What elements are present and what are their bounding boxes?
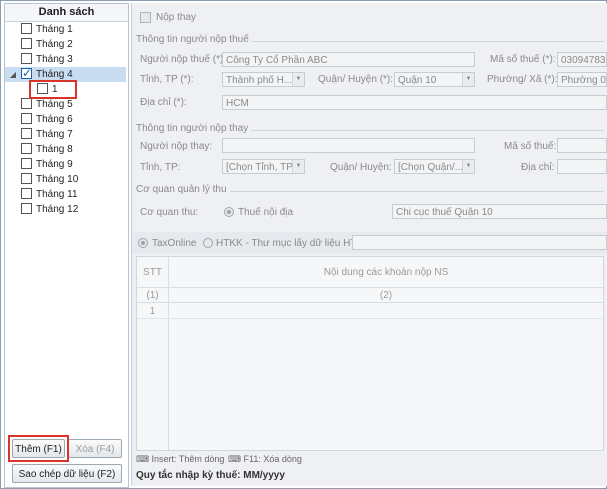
thue-noi-dia-radio[interactable] [224, 207, 234, 217]
phuong-dropdown[interactable]: Phường 01 [557, 72, 607, 87]
checkbox[interactable] [21, 128, 32, 139]
section-nguoi-nop-thay: Thông tin người nộp thay [136, 123, 252, 134]
col-noidung: Nội dung các khoản nộp NS [323, 267, 449, 278]
insert-hint: ⌨ Insert: Thêm dòng [136, 454, 225, 464]
mst-label: Mã số thuế (*): [490, 54, 556, 65]
month-item-3[interactable]: Tháng 3 [5, 52, 126, 67]
row-index-2: (2) [379, 290, 393, 301]
chevron-down-icon: ▼ [462, 160, 474, 173]
copy-data-button[interactable]: Sao chép dữ liệu (F2) [12, 464, 122, 483]
checkbox[interactable] [21, 188, 32, 199]
grid-row-divider [137, 302, 603, 303]
taxonline-radio[interactable] [138, 238, 148, 248]
tinh-label: Tỉnh, TP (*): [140, 74, 194, 85]
month-item-2[interactable]: Tháng 2 [5, 37, 126, 52]
nguoi-nop-thay-label: Người nộp thay: [140, 141, 213, 152]
highlight-add-button [8, 435, 69, 462]
section-nguoi-nop-thue: Thông tin người nộp thuế [136, 34, 252, 45]
mst-input[interactable]: 0309478306 [557, 52, 607, 67]
col-stt: STT [143, 267, 162, 278]
period-rule: Quy tắc nhập kỳ thuế: MM/yyyy [136, 470, 285, 481]
month-item-5[interactable]: Tháng 5 [5, 97, 126, 112]
month-item-8[interactable]: Tháng 8 [5, 142, 126, 157]
checkbox[interactable] [21, 98, 32, 109]
checkbox[interactable] [21, 53, 32, 64]
chevron-down-icon: ▼ [292, 73, 304, 86]
diachi-input[interactable]: HCM [222, 95, 607, 110]
grid-col-divider [168, 257, 169, 450]
mst2-input[interactable] [557, 138, 607, 153]
nguoi-nop-input[interactable]: Công Ty Cổ Phần ABC [222, 52, 475, 67]
payment-grid: STT Nội dung các khoản nộp NS (1) (2) 1 [136, 256, 604, 451]
f11-hint: ⌨ F11: Xóa dòng [228, 454, 302, 464]
month-item-10[interactable]: Tháng 10 [5, 172, 126, 187]
nop-thay-label: Nộp thay [156, 12, 197, 23]
tinh2-dropdown[interactable]: [Chọn Tỉnh, TP] ▼ [222, 159, 305, 174]
month-item-9[interactable]: Tháng 9 [5, 157, 126, 172]
checkbox[interactable] [21, 113, 32, 124]
section-co-quan-thu: Cơ quan quản lý thu [136, 184, 230, 195]
tinh-dropdown[interactable]: Thành phố H... ▼ [222, 72, 305, 87]
checkbox[interactable] [21, 23, 32, 34]
window: Danh sách Tháng 1 Tháng 2 Tháng 3 ◢ ✓ Th… [0, 0, 607, 489]
quan-dropdown[interactable]: Quận 10 ▼ [394, 72, 475, 87]
thue-noi-dia-label: Thuế nội địa [238, 207, 294, 218]
mst2-label: Mã số thuế: [504, 141, 557, 152]
row-index-1: (1) [146, 290, 159, 301]
coquan-label: Cơ quan thu: [140, 207, 199, 218]
checkbox[interactable] [21, 203, 32, 214]
htkk-radio[interactable] [203, 238, 213, 248]
checkbox[interactable] [21, 158, 32, 169]
highlight-sub-item [29, 80, 77, 99]
taxonline-label: TaxOnline [152, 238, 197, 249]
diachi2-input[interactable] [557, 159, 607, 174]
quan-label: Quận/ Huyện (*): [318, 74, 394, 85]
checkbox-checked[interactable]: ✓ [21, 66, 33, 80]
phuong-label: Phường/ Xã (*): [487, 74, 558, 85]
month-item-7[interactable]: Tháng 7 [5, 127, 126, 142]
month-item-1[interactable]: Tháng 1 [5, 22, 126, 37]
list-panel: Danh sách Tháng 1 Tháng 2 Tháng 3 ◢ ✓ Th… [4, 3, 129, 488]
grid-row-divider [137, 318, 603, 319]
checkbox[interactable] [21, 143, 32, 154]
tinh2-label: Tỉnh, TP: [140, 162, 181, 173]
chevron-down-icon: ▼ [462, 73, 474, 86]
diachi-label: Địa chỉ (*): [140, 97, 187, 108]
diachi2-label: Địa chỉ: [521, 162, 555, 173]
delete-button[interactable]: Xóa (F4) [68, 439, 122, 458]
month-item-6[interactable]: Tháng 6 [5, 112, 126, 127]
checkbox[interactable] [21, 173, 32, 184]
checkbox[interactable] [21, 38, 32, 49]
month-item-11[interactable]: Tháng 11 [5, 187, 126, 202]
expand-arrow-icon[interactable]: ◢ [8, 67, 18, 82]
nguoi-nop-label: Người nộp thuế (*): [140, 54, 227, 65]
month-item-12[interactable]: Tháng 12 [5, 202, 126, 217]
form-area: Nộp thay Thông tin người nộp thuế Người … [131, 3, 607, 486]
quan2-dropdown[interactable]: [Chọn Quận/... ▼ [394, 159, 475, 174]
htkk-label: HTKK - Thư mục lấy dữ liệu HTKK [216, 238, 370, 249]
coquan-input[interactable]: Chi cục thuế Quận 10 [392, 204, 607, 219]
table-row[interactable]: 1 [137, 306, 168, 317]
quan2-label: Quận/ Huyện: [330, 162, 392, 173]
list-title: Danh sách [5, 4, 128, 22]
nguoi-nop-thay-input[interactable] [222, 138, 475, 153]
check-icon: ✓ [22, 66, 33, 80]
htkk-path-input[interactable] [352, 235, 607, 250]
chevron-down-icon: ▼ [292, 160, 304, 173]
nop-thay-checkbox[interactable] [140, 12, 151, 23]
